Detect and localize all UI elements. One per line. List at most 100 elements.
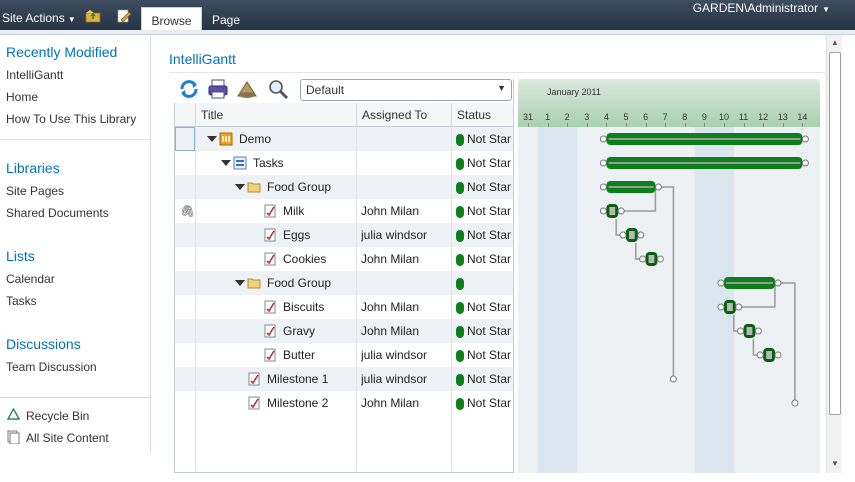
table-row[interactable]: Milestone 1 julia windsor Not Star bbox=[175, 367, 513, 391]
row-title[interactable]: Food Group bbox=[267, 271, 356, 295]
table-row[interactable]: Cookies John Milan Not Star bbox=[175, 247, 513, 271]
resource-icon[interactable] bbox=[236, 78, 258, 100]
nav-heading-recently-modified[interactable]: Recently Modified bbox=[6, 44, 117, 60]
row-title[interactable]: Milestone 2 bbox=[267, 391, 356, 415]
bar-start-handle[interactable] bbox=[639, 255, 647, 263]
status-indicator bbox=[456, 398, 464, 410]
table-row[interactable]: 🖇 Milk John Milan Not Star bbox=[175, 199, 513, 223]
bar-start-handle[interactable] bbox=[756, 351, 764, 359]
table-row[interactable]: Food Group Not Star bbox=[175, 175, 513, 199]
bar-end-handle[interactable] bbox=[754, 327, 762, 335]
scroll-down-icon[interactable]: ▼ bbox=[831, 459, 839, 468]
table-row[interactable]: Demo Not Star bbox=[175, 127, 513, 151]
table-row[interactable]: Milestone 2 John Milan Not Star bbox=[175, 391, 513, 415]
row-title[interactable]: Eggs bbox=[283, 223, 356, 247]
summary-progress bbox=[608, 162, 801, 164]
nav-item-shared-documents[interactable]: Shared Documents bbox=[6, 206, 109, 220]
bar-start-handle[interactable] bbox=[619, 231, 627, 239]
expand-icon[interactable] bbox=[235, 184, 245, 190]
status-indicator bbox=[456, 230, 464, 242]
edit-page-icon[interactable] bbox=[116, 9, 132, 23]
folder-icon bbox=[247, 276, 261, 290]
status-indicator bbox=[456, 302, 464, 314]
scroll-thumb[interactable] bbox=[829, 52, 841, 415]
bar-end-handle[interactable] bbox=[617, 207, 625, 215]
bar-start-handle[interactable] bbox=[717, 303, 725, 311]
nav-item-home[interactable]: Home bbox=[6, 90, 38, 104]
table-row[interactable]: Gravy John Milan Not Star bbox=[175, 319, 513, 343]
bar-end-handle[interactable] bbox=[774, 351, 782, 359]
refresh-icon[interactable] bbox=[178, 78, 200, 100]
bar-end-handle[interactable] bbox=[774, 279, 782, 287]
table-row[interactable]: Eggs julia windsor Not Star bbox=[175, 223, 513, 247]
row-title[interactable]: Tasks bbox=[253, 151, 356, 175]
row-status: Not Star bbox=[467, 348, 512, 362]
nav-heading-discussions[interactable]: Discussions bbox=[6, 336, 81, 352]
bar-start-handle[interactable] bbox=[737, 327, 745, 335]
row-selector[interactable] bbox=[175, 127, 195, 151]
row-title[interactable]: Biscuits bbox=[283, 295, 356, 319]
row-status: Not Star bbox=[467, 372, 512, 386]
nav-item-site-pages[interactable]: Site Pages bbox=[6, 184, 64, 198]
row-assigned-to: John Milan bbox=[361, 396, 420, 410]
site-actions-menu[interactable]: Site Actions ▼ bbox=[2, 11, 76, 25]
scroll-up-icon[interactable]: ▲ bbox=[831, 38, 839, 47]
bar-start-handle[interactable] bbox=[599, 207, 607, 215]
bar-start-handle[interactable] bbox=[599, 135, 607, 143]
print-icon[interactable] bbox=[207, 78, 229, 100]
bar-start-handle[interactable] bbox=[717, 279, 725, 287]
nav-item-calendar[interactable]: Calendar bbox=[6, 272, 55, 286]
expand-icon[interactable] bbox=[207, 136, 217, 142]
row-status: Not Star bbox=[467, 204, 512, 218]
column-header-title[interactable]: Title bbox=[195, 103, 357, 127]
search-icon[interactable] bbox=[267, 78, 289, 100]
bar-end-handle[interactable] bbox=[654, 183, 662, 191]
table-row[interactable]: Food Group bbox=[175, 271, 513, 295]
nav-item-all-site-content[interactable]: All Site Content bbox=[26, 431, 109, 445]
chevron-down-icon: ▼ bbox=[67, 15, 76, 24]
column-header-assigned-to[interactable]: Assigned To bbox=[356, 103, 452, 127]
all-site-content-icon bbox=[7, 430, 20, 444]
row-title[interactable]: Demo bbox=[239, 127, 356, 151]
row-title[interactable]: Butter bbox=[283, 343, 356, 367]
bar-end-handle[interactable] bbox=[735, 303, 743, 311]
user-menu[interactable]: GARDEN\Administrator ▼ bbox=[693, 1, 830, 15]
row-assigned-to: julia windsor bbox=[361, 228, 428, 242]
demo-project-icon bbox=[219, 132, 233, 146]
table-row[interactable]: Tasks Not Star bbox=[175, 151, 513, 175]
column-header-status[interactable]: Status bbox=[451, 103, 513, 127]
view-select-value: Default bbox=[306, 83, 345, 97]
nav-heading-lists[interactable]: Lists bbox=[6, 248, 35, 264]
site-actions-label: Site Actions bbox=[2, 11, 65, 25]
row-title[interactable]: Milestone 1 bbox=[267, 367, 356, 391]
expand-icon[interactable] bbox=[235, 280, 245, 286]
nav-item-recycle-bin[interactable]: Recycle Bin bbox=[26, 409, 89, 423]
row-title[interactable]: Food Group bbox=[267, 175, 356, 199]
nav-item-intelligantt[interactable]: IntelliGantt bbox=[6, 68, 63, 82]
bar-end-handle[interactable] bbox=[801, 159, 809, 167]
vertical-scrollbar[interactable]: ▲ ▼ bbox=[826, 35, 842, 473]
tab-page[interactable]: Page bbox=[205, 7, 247, 32]
nav-footer: Recycle Bin All Site Content bbox=[0, 397, 151, 452]
bar-start-handle[interactable] bbox=[599, 183, 607, 191]
status-indicator bbox=[456, 254, 464, 266]
row-title[interactable]: Cookies bbox=[283, 247, 356, 271]
table-row[interactable]: Biscuits John Milan Not Star bbox=[175, 295, 513, 319]
tab-browse[interactable]: Browse bbox=[141, 7, 202, 32]
row-title[interactable]: Gravy bbox=[283, 319, 356, 343]
nav-heading-libraries[interactable]: Libraries bbox=[6, 160, 60, 176]
bar-end-handle[interactable] bbox=[801, 135, 809, 143]
nav-item-tasks[interactable]: Tasks bbox=[6, 294, 37, 308]
bar-end-handle[interactable] bbox=[637, 231, 645, 239]
row-assigned-to: John Milan bbox=[361, 300, 420, 314]
view-select[interactable]: Default ▼ bbox=[300, 79, 512, 101]
row-title[interactable]: Milk bbox=[283, 199, 356, 223]
navigate-up-icon[interactable] bbox=[85, 9, 101, 23]
nav-item-team-discussion[interactable]: Team Discussion bbox=[6, 360, 97, 374]
table-row[interactable]: Butter julia windsor Not Star bbox=[175, 343, 513, 367]
expand-icon[interactable] bbox=[221, 160, 231, 166]
summary-progress bbox=[608, 138, 801, 140]
nav-item-how-to-use[interactable]: How To Use This Library bbox=[6, 112, 136, 126]
bar-start-handle[interactable] bbox=[599, 159, 607, 167]
bar-end-handle[interactable] bbox=[656, 255, 664, 263]
